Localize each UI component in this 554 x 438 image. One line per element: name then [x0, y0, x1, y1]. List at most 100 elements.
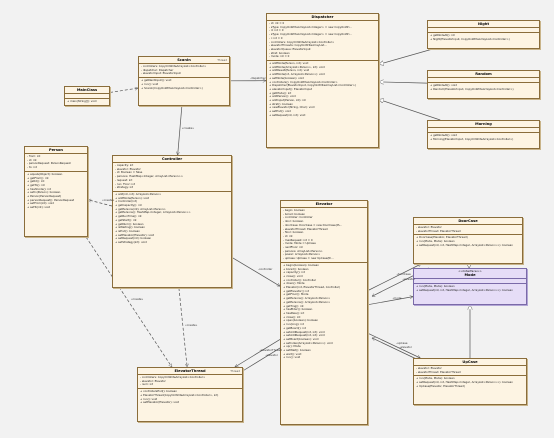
class-name: ScanIn: [177, 58, 191, 62]
field-row: - num: int: [140, 382, 154, 387]
method-row: + setRequest(int, int, HashMap<Integer, …: [416, 242, 513, 247]
parent-class-tag: Thread: [230, 369, 240, 373]
relationship-label: -elevatorThread: [259, 348, 282, 353]
fields-section: - begin: boolean - bored: boolean - contro…: [281, 207, 367, 262]
methods-section: + addMode(Person, int): void + addMode(Ar…: [267, 60, 378, 119]
relationship-label: -doorCase: [396, 272, 411, 277]
class-name: Mode: [464, 273, 476, 278]
class-doorcase[interactable]: DoorCase - elevator: Elevator - elevatorTh…: [413, 217, 523, 264]
relationship-label: -elevator: [399, 344, 412, 349]
method-row: + run(): void: [283, 355, 301, 360]
class-header: DoorCase: [414, 218, 522, 224]
fields-section: - from: int - id: int - personRequest: Per…: [25, 153, 87, 171]
class-name: Person: [48, 148, 63, 152]
class-name: Elevator: [315, 202, 333, 206]
relationship-label: -elevator: [402, 277, 415, 282]
inheritance-arrow: [379, 99, 441, 121]
association-arrow: [231, 257, 280, 286]
field-row: - elevatorInput: ElevatorInput: [141, 71, 181, 76]
relationship-label: «create»: [181, 125, 195, 130]
methods-section: + getNextInput(): void + run(): void + Sca…: [139, 77, 229, 91]
class-header: Controller: [113, 156, 231, 162]
class-header: ElevatorThread Thread: [138, 368, 242, 374]
class-header: Person: [25, 147, 87, 153]
class-name: Random: [475, 72, 492, 76]
methods-section: + add(int, int): ArrayList<Person> + addM…: [113, 190, 231, 246]
class-night[interactable]: Night + getNodeAt(): int + Night(ElevatorI…: [427, 20, 540, 49]
method-row: + setElevator(Elevator): void: [140, 400, 180, 405]
class-name: Controller: [161, 157, 183, 161]
class-name: UpCase: [462, 360, 478, 364]
methods-section: + run(Mode, Mode): boolean + setRequest(i…: [414, 375, 526, 389]
parent-class-tag: Thread: [217, 58, 227, 62]
dependency-arrow: [178, 287, 187, 367]
class-header: ScanIn Thread: [139, 57, 229, 63]
inheritance-arrow: [379, 48, 433, 64]
class-name: MainClass: [76, 88, 98, 92]
relationship-label: «create»: [185, 322, 198, 327]
method-row: + main(String[]): void: [67, 99, 97, 103]
field-row: - elevatorThread: ElevatorThread: [416, 228, 461, 233]
field-row: - mode: int = 0: [269, 54, 290, 59]
method-row: + setTo(int): void: [27, 205, 51, 210]
method-row: + setRequest(int, int, HashMap<Integer, …: [416, 288, 513, 293]
method-row: + setStrategy(int): void: [115, 240, 147, 245]
inheritance-arrow: [379, 82, 428, 83]
relationship-label: -controller: [258, 266, 273, 271]
class-header: <<Interface>> Mode: [414, 269, 526, 278]
class-mainclass[interactable]: MainClass + main(String[]): void: [64, 86, 110, 106]
class-header: MainClass: [65, 87, 109, 93]
field-row: - to: int: [27, 165, 37, 170]
method-row: + Night(ElevatorInput, CopyOnWriteArrayL…: [430, 36, 510, 41]
class-header: UpCase: [414, 359, 526, 365]
class-name: Morning: [475, 122, 492, 126]
class-header: Dispatcher: [267, 14, 378, 20]
methods-section: + controllersEnd(): boolean + ElevatorThr…: [138, 388, 242, 406]
fields-section: - capacity: int - elevator: Elevator - id:…: [113, 162, 231, 191]
method-row: + setRequest(int, int): void: [269, 112, 306, 117]
field-row: - strategy: int: [115, 185, 134, 190]
class-name: Dispatcher: [311, 15, 334, 19]
class-controller[interactable]: Controller - capacity: int - elevator: Ele…: [112, 155, 232, 288]
field-row: - elevatorThread: ElevatorThread: [416, 369, 461, 374]
methods-section: + run(Mode, Mode): boolean + setRequest(i…: [414, 283, 526, 293]
class-upcase[interactable]: UpCase - elevator: Elevator - elevatorThre…: [413, 358, 527, 405]
class-person[interactable]: Person - from: int - id: int - personReques…: [24, 146, 88, 237]
methods-section: + getNodeAt(): int + Night(ElevatorInput,…: [428, 32, 539, 42]
class-name: Night: [477, 22, 490, 26]
method-row: + ScanIn(CopyOnWriteArrayList<Controller…: [141, 85, 203, 90]
class-morning[interactable]: Morning + getNodeAt(): void + Morning(Elev…: [427, 120, 540, 149]
methods-section: + main(String[]): void: [65, 98, 109, 105]
dependency-arrow: [109, 88, 138, 93]
methods-section: + getNodeAt(): void + Morning(ElevatorInp…: [428, 132, 539, 142]
relationship-label: -dispatcher: [250, 75, 266, 80]
interface-mode[interactable]: <<Interface>> Mode + run(Mode, Mode): bool…: [413, 268, 527, 305]
methods-section: + equals(Object): boolean + getFrom(): in…: [25, 170, 87, 211]
relationship-label: -mode: [392, 295, 402, 300]
class-elevatorthread[interactable]: ElevatorThread Thread - controllers: CopyO…: [137, 367, 243, 422]
methods-section: + begin(boolean): boolean + bored(): bool…: [281, 261, 367, 361]
class-header: Morning: [428, 121, 539, 127]
relationship-label: «create»: [102, 197, 115, 202]
class-header: Elevator: [281, 201, 367, 207]
method-row: + Morning(ElevatorInput, CopyOnWriteArra…: [430, 136, 514, 141]
class-header: Random: [428, 71, 539, 77]
association-arrow: [367, 332, 420, 358]
class-dispatcher[interactable]: Dispatcher - id: int = 0- sType: CopyOnWr…: [266, 13, 379, 148]
field-row: - upCase: UpCase = new UpCase(th...: [283, 256, 334, 261]
methods-section: + DoorCase(Elevator, ElevatorThread) + ru…: [414, 234, 522, 248]
class-random[interactable]: Random + getNodeAt(): void + Random(Elevat…: [427, 70, 540, 99]
association-arrow: [367, 297, 413, 306]
class-name: ElevatorThread: [174, 369, 206, 373]
methods-section: + getNodeAt(): void + Random(ElevatorInpu…: [428, 82, 539, 92]
method-row: + UpCase(Elevator, ElevatorThread): [416, 383, 465, 388]
class-name: DoorCase: [458, 219, 478, 223]
relationship-label: -elevator: [265, 353, 278, 358]
fields-section: - elevator: Elevator - elevatorThread: El…: [414, 224, 522, 234]
method-row: + Random(ElevatorInput, CopyOnWriteArray…: [430, 86, 514, 91]
class-scanin[interactable]: ScanIn Thread - controllers: CopyOnWriteAr…: [138, 56, 230, 106]
class-elevator[interactable]: Elevator - begin: boolean - bored: boolean…: [280, 200, 368, 425]
fields-section: - elevator: Elevator - elevatorThread: El…: [414, 365, 526, 375]
relationship-label: «create»: [130, 297, 144, 301]
fields-section: - controllers: CopyOnWriteArrayList<Cont…: [139, 63, 229, 77]
